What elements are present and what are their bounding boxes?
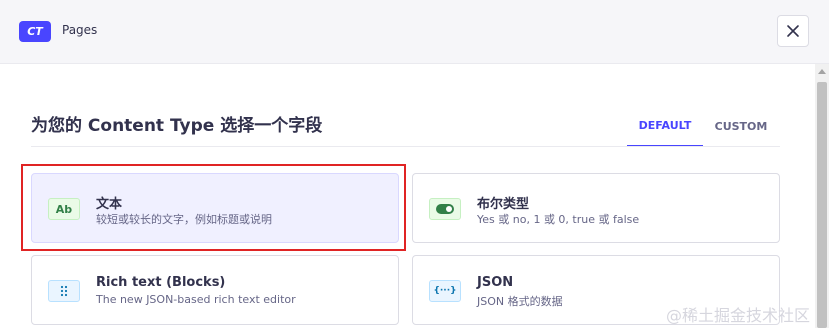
field-card-description: 较短或较长的文字，例如标题或说明 xyxy=(96,213,272,226)
tab-divider xyxy=(31,146,780,147)
rich-text-blocks-icon xyxy=(48,280,80,302)
field-card-title: 文本 xyxy=(96,197,123,212)
tab-default[interactable]: DEFAULT xyxy=(627,106,703,147)
close-icon xyxy=(787,25,799,37)
boolean-toggle-icon xyxy=(429,198,461,220)
field-card-description: The new JSON-based rich text editor xyxy=(96,293,296,306)
content-type-badge: CT xyxy=(19,21,51,42)
modal-header: CT Pages xyxy=(0,0,829,64)
close-button[interactable] xyxy=(777,15,809,47)
watermark: @稀土掘金技术社区 xyxy=(666,306,811,325)
text-field-icon: Ab xyxy=(48,198,80,220)
vertical-scrollbar[interactable] xyxy=(815,64,829,328)
page-title: 为您的 Content Type 选择一个字段 xyxy=(31,116,323,136)
field-card-text[interactable]: Ab 文本 较短或较长的文字，例如标题或说明 xyxy=(31,173,399,243)
field-card-rich-text-blocks[interactable]: Rich text (Blocks) The new JSON-based ri… xyxy=(31,255,399,325)
tab-custom[interactable]: CUSTOM xyxy=(703,106,779,147)
field-card-boolean[interactable]: 布尔类型 Yes 或 no, 1 或 0, true 或 false xyxy=(412,173,780,243)
scroll-up-icon[interactable] xyxy=(818,69,826,74)
field-card-title: JSON xyxy=(477,275,514,290)
field-card-title: Rich text (Blocks) xyxy=(96,275,226,290)
scrollbar-thumb[interactable] xyxy=(817,82,827,328)
breadcrumb-title: Pages xyxy=(62,23,98,37)
json-braces-icon: {···} xyxy=(429,280,461,302)
field-card-description: Yes 或 no, 1 或 0, true 或 false xyxy=(477,213,640,226)
field-card-description: JSON 格式的数据 xyxy=(477,295,563,308)
field-card-title: 布尔类型 xyxy=(477,197,530,212)
